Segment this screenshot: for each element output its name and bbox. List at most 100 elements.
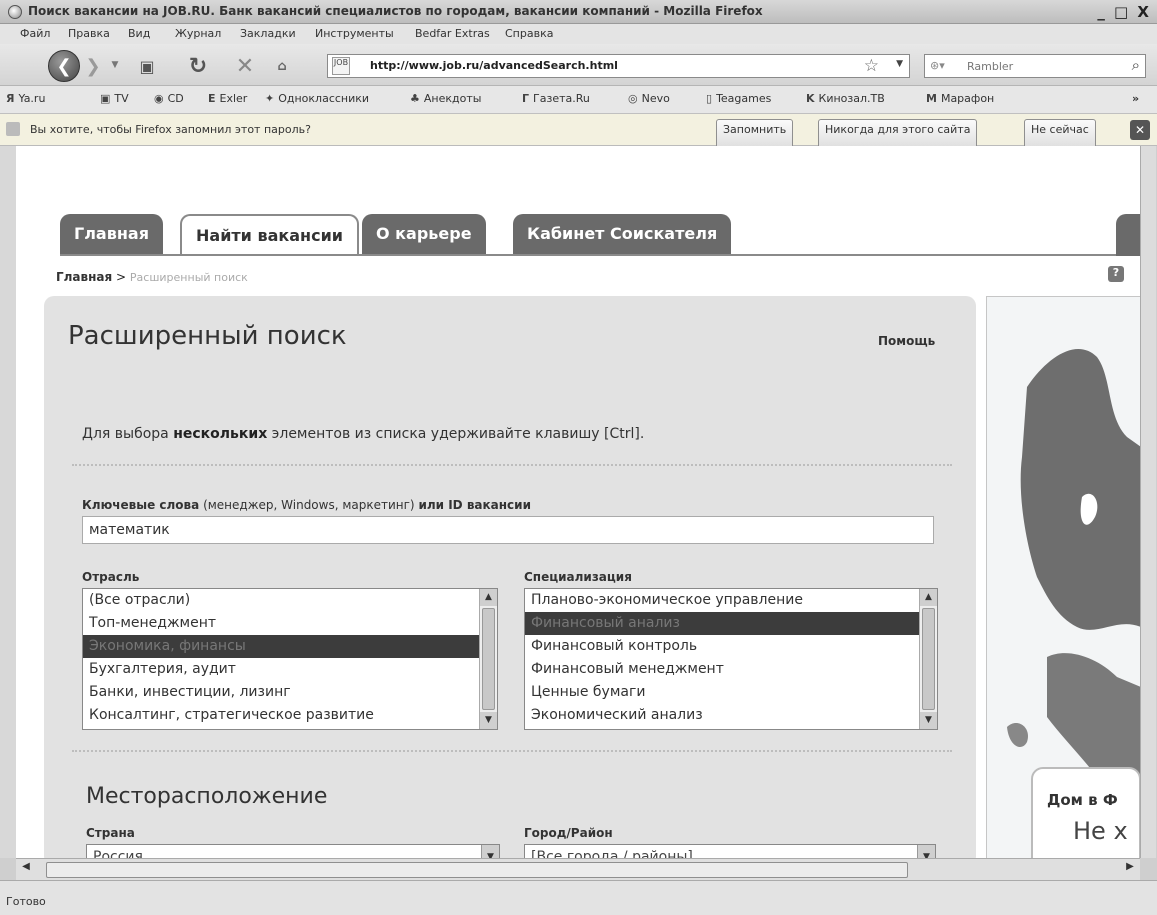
keywords-label: Ключевые слова (менеджер, Windows, марке… [82,498,531,512]
question-icon[interactable]: ? [1108,266,1124,282]
page-title: Расширенный поиск [68,321,347,351]
scroll-thumb[interactable] [482,608,495,710]
specialization-scrollbar[interactable]: ▲ ▼ [919,589,937,729]
menu-file[interactable]: Файл [20,27,50,40]
not-now-button[interactable]: Не сейчас [1024,119,1096,149]
scroll-up-icon[interactable]: ▲ [480,589,497,606]
specialization-option[interactable]: Финансовый менеджмент [525,658,937,681]
menu-edit[interactable]: Правка [68,27,110,40]
tab-candidate-cabinet[interactable]: Кабинет Соискателя [513,214,732,256]
scroll-left-icon[interactable]: ◀ [18,861,34,877]
industry-option[interactable]: Топ-менеджмент [83,612,497,635]
scroll-up-icon[interactable]: ▲ [920,589,937,606]
bookmark-label: Ya.ru [18,92,46,105]
tab-overflow [1116,214,1140,256]
industry-option[interactable]: Консалтинг, стратегическое развитие [83,704,497,727]
breadcrumb-home[interactable]: Главная [56,270,112,284]
close-icon[interactable]: ✕ [1130,120,1150,140]
city-select[interactable]: [Все города / районы] ▼ [524,844,936,858]
bookmark-nevo[interactable]: ◎ Nevo [628,92,670,105]
help-link[interactable]: Помощь [878,334,935,348]
specialization-option[interactable]: Ценные бумаги [525,681,937,704]
industry-option[interactable]: Бухгалтерия, аудит [83,658,497,681]
bookmark-kinozal[interactable]: K Кинозал.ТВ [806,92,885,105]
scroll-right-icon[interactable]: ▶ [1122,861,1138,877]
reload-icon[interactable]: ↻ [185,53,211,79]
industry-option[interactable]: Экономика, финансы [83,635,497,658]
bookmark-yaru[interactable]: Я Ya.ru [6,92,45,105]
bookmark-teagames[interactable]: ▯ Teagames [706,92,771,105]
window-controls[interactable]: _ □ X [1097,3,1151,21]
history-dropdown-icon[interactable]: ▼ [108,56,122,74]
specialization-option[interactable]: Планово-экономическое управление [525,589,937,612]
kinozal-icon: K [806,92,815,105]
chevron-down-icon[interactable]: ▼ [481,845,499,858]
industry-option[interactable]: (Все отрасли) [83,589,497,612]
url-text[interactable]: http://www.job.ru/advancedSearch.html [370,59,618,72]
password-notification-bar: Вы хотите, чтобы Firefox запомнил этот п… [0,114,1157,149]
page-icon[interactable]: ▣ [134,54,160,78]
industry-listbox[interactable]: (Все отрасли) Топ-менеджмент Экономика, фи… [82,588,498,730]
menu-tools[interactable]: Инструменты [315,27,394,40]
specialization-option[interactable]: Экономический анализ [525,704,937,727]
bookmark-cd[interactable]: ◉ CD [154,92,184,105]
industry-option[interactable]: Банки, инвестиции, лизинг [83,681,497,704]
ad-text-bubble[interactable]: Дом в Ф Не х [1031,767,1140,858]
bookmark-star-icon[interactable]: ☆ [864,56,879,76]
window-left-edge [0,146,16,858]
page-horizontal-scrollbar[interactable]: ◀ ▶ [16,858,1140,880]
bookmark-exler[interactable]: E Exler [208,92,247,105]
bookmark-tv[interactable]: ▣ TV [100,92,129,105]
stop-icon[interactable]: ✕ [232,53,258,79]
bookmarks-overflow-icon[interactable]: » [1132,92,1139,105]
scroll-thumb[interactable] [922,608,935,710]
notification-message: Вы хотите, чтобы Firefox запомнил этот п… [30,123,311,136]
scroll-down-icon[interactable]: ▼ [480,712,497,729]
never-for-site-button[interactable]: Никогда для этого сайта [818,119,978,149]
bookmark-gazeta[interactable]: Г Газета.Ru [522,92,590,105]
bookmark-anekdoty[interactable]: ♣ Анекдоты [410,92,481,105]
site-favicon: JOB [332,57,350,75]
search-engine-icon[interactable]: ⊛▾ [930,59,945,72]
search-bar[interactable]: ⊛▾ Rambler ⌕ [924,54,1146,78]
menu-extras[interactable]: Bedfar Extras [415,27,490,40]
remember-button[interactable]: Запомнить [716,119,794,149]
multi-select-hint: Для выбора нескольких элементов из списк… [82,426,644,442]
specialization-option[interactable]: Финансовый анализ [525,612,937,635]
scroll-down-icon[interactable]: ▼ [920,712,937,729]
chevron-down-icon[interactable]: ▼ [917,845,935,858]
tab-career[interactable]: О карьере [362,214,486,256]
keywords-input[interactable]: математик [82,516,934,544]
search-placeholder[interactable]: Rambler [967,60,1013,73]
industry-items: (Все отрасли) Топ-менеджмент Экономика, фи… [83,589,497,727]
menu-help[interactable]: Справка [505,27,553,40]
menu-history[interactable]: Журнал [175,27,221,40]
home-icon[interactable]: ⌂ [270,56,294,76]
bookmark-label: Кинозал.ТВ [818,92,885,105]
industry-scrollbar[interactable]: ▲ ▼ [479,589,497,729]
url-dropdown-icon[interactable]: ▼ [896,59,903,69]
specialization-listbox[interactable]: Планово-экономическое управление Финансов… [524,588,938,730]
bookmark-label: Exler [219,92,248,105]
gazeta-icon: Г [522,92,530,105]
bookmark-odnoklassniki[interactable]: ✦ Одноклассники [265,92,369,105]
hint-prefix: Для выбора [82,426,174,442]
menu-bookmarks[interactable]: Закладки [240,27,296,40]
bookmark-marafon[interactable]: M Марафон [926,92,994,105]
search-icon[interactable]: ⌕ [1132,56,1140,74]
firefox-icon [8,5,22,19]
advertisement-banner[interactable]: Дом в Ф Не х [986,296,1140,858]
forward-icon[interactable]: ❯ [82,55,104,77]
page-vertical-scrollbar[interactable] [1140,146,1156,858]
back-icon[interactable]: ❮ [48,50,80,82]
bookmark-label: TV [114,92,129,105]
menu-view[interactable]: Вид [128,27,150,40]
tab-find-jobs[interactable]: Найти вакансии [180,214,359,256]
scroll-thumb[interactable] [46,862,908,878]
specialization-option[interactable]: Финансовый контроль [525,635,937,658]
tab-home[interactable]: Главная [60,214,163,256]
url-bar[interactable]: JOB http://www.job.ru/advancedSearch.htm… [327,54,910,78]
bookmarks-toolbar: Я Ya.ru ▣ TV ◉ CD E Exler ✦ Одноклассники ♣ Ан… [0,86,1157,114]
country-select[interactable]: Россия ▼ [86,844,500,858]
location-title: Месторасположение [86,784,328,809]
